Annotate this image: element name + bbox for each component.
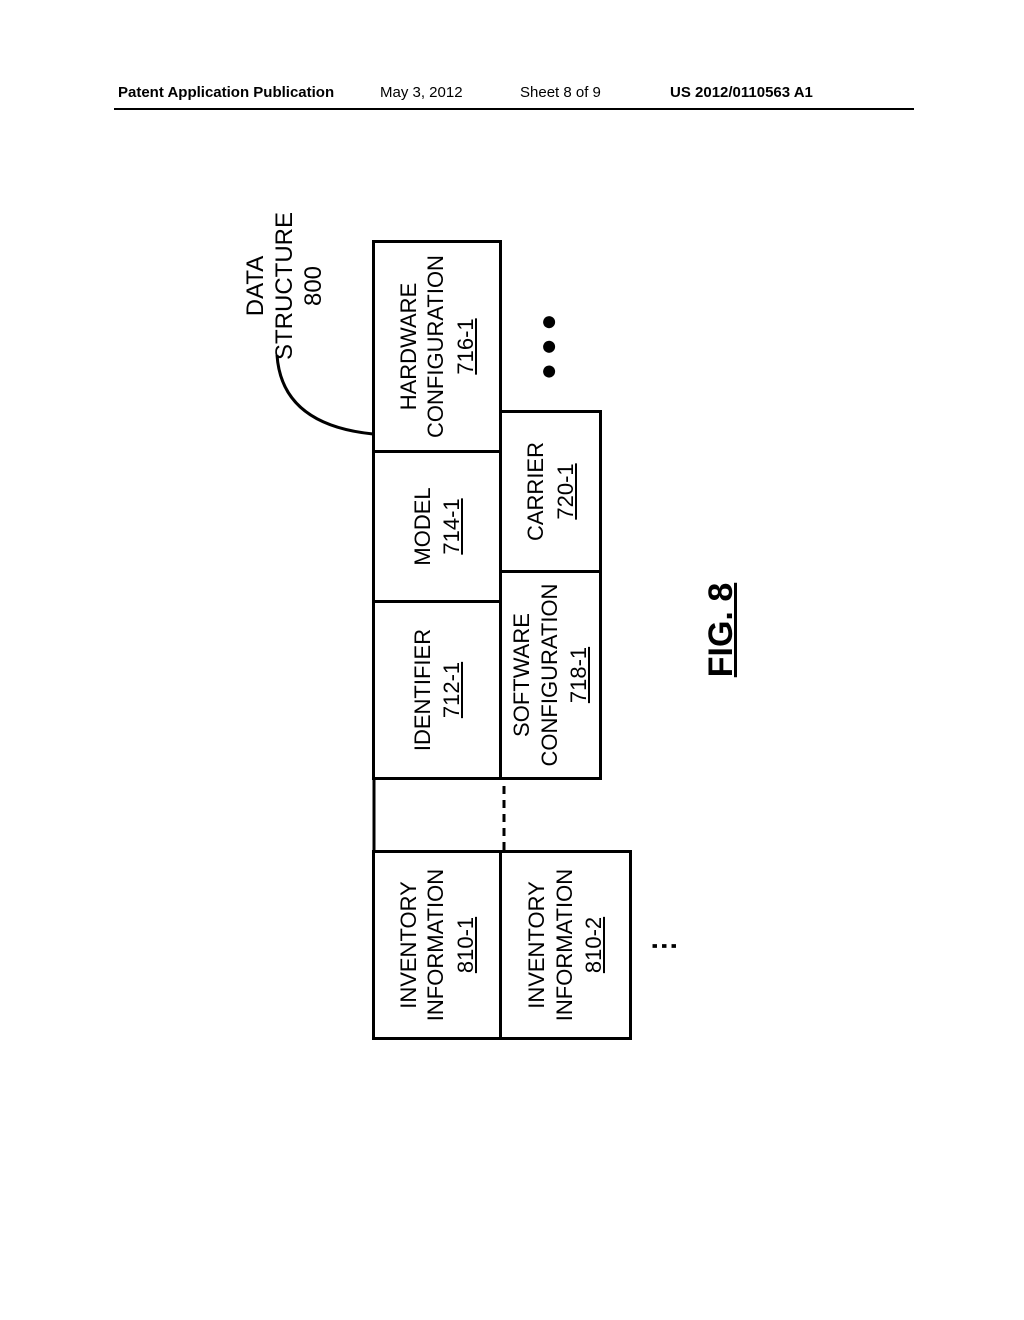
identifier-label: IDENTIFIER [409,629,437,751]
cell-hardware-config: HARDWARECONFIGURATION 716-1 [372,240,502,450]
identifier-ref: 712-1 [438,662,466,718]
inventory-info-1-label: INVENTORYINFORMATION [395,869,450,1021]
connector-row2 [502,772,602,852]
header-date: May 3, 2012 [380,84,463,101]
page-header: Patent Application Publication May 3, 20… [0,84,1024,108]
inventory-ellipsis: ⋮ [647,932,680,960]
cells-ellipsis: ● ● ● [532,314,564,380]
inventory-info-1-ref: 810-1 [452,917,480,973]
carrier-ref: 720-1 [552,463,580,519]
inventory-info-row-2: INVENTORYINFORMATION 810-2 [502,850,632,1040]
hardware-label: HARDWARECONFIGURATION [395,255,450,438]
callout-line2: STRUCTURE [271,212,300,360]
cell-software-config: SOFTWARECONFIGURATION 718-1 [502,570,602,780]
figure-caption: FIG. 8 [702,180,741,1080]
header-sheet: Sheet 8 of 9 [520,84,601,101]
callout-line3: 800 [300,212,329,360]
model-label: MODEL [409,487,437,565]
inventory-info-2-label: INVENTORYINFORMATION [523,869,578,1021]
page: Patent Application Publication May 3, 20… [0,0,1024,1320]
software-label: SOFTWARECONFIGURATION [508,584,563,767]
cell-identifier: IDENTIFIER 712-1 [372,600,502,780]
header-rule [114,108,914,110]
software-ref: 718-1 [565,647,593,703]
diagram-rotated: DATA STRUCTURE 800 INVENTORYINFORMATION … [232,180,792,1080]
header-pubno: US 2012/0110563 A1 [670,84,813,101]
inventory-info-row-1: INVENTORYINFORMATION 810-1 [372,850,502,1040]
diagram: DATA STRUCTURE 800 INVENTORYINFORMATION … [232,180,792,1080]
cell-carrier: CARRIER 720-1 [502,410,602,570]
callout-line1: DATA [242,212,271,360]
hardware-ref: 716-1 [452,318,480,374]
model-ref: 714-1 [438,498,466,554]
data-structure-callout: DATA STRUCTURE 800 [242,212,328,360]
header-pub: Patent Application Publication [118,84,334,101]
carrier-label: CARRIER [522,442,550,541]
connector-row1 [372,772,392,852]
inventory-info-2-ref: 810-2 [580,917,608,973]
cell-model: MODEL 714-1 [372,450,502,600]
